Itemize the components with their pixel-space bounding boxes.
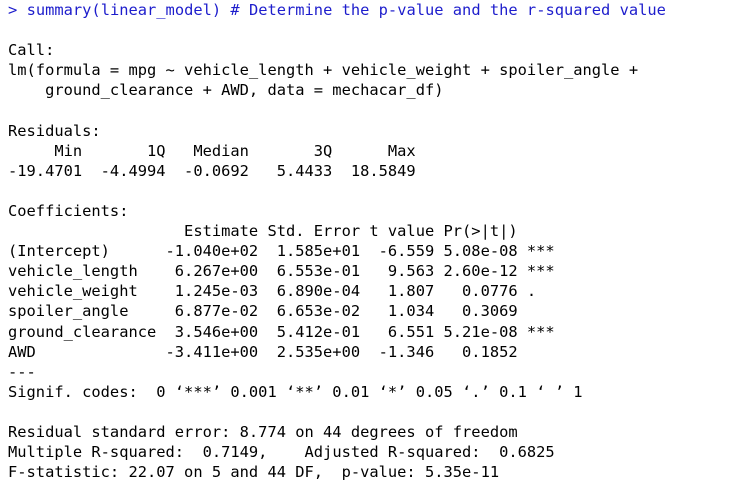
- coefficients-header-row: Estimate Std. Error t value Pr(>|t|): [8, 222, 555, 241]
- coefficient-row-vehicle-length: vehicle_length 6.267e+00 6.553e-01 9.563…: [8, 262, 555, 281]
- signif-codes-line: Signif. codes: 0 ‘***’ 0.001 ‘**’ 0.01 ‘…: [8, 382, 583, 401]
- formula-line-2: ground_clearance + AWD, data = mechacar_…: [8, 81, 444, 100]
- residuals-header-row: Min 1Q Median 3Q Max: [8, 141, 425, 160]
- coefficient-row-awd: AWD -3.411e+00 2.535e+00 -1.346 0.1852: [8, 342, 555, 361]
- call-heading: Call:: [8, 41, 55, 60]
- coefficient-row-ground-clearance: ground_clearance 3.546e+00 5.412e-01 6.5…: [8, 322, 555, 341]
- prompt-symbol: >: [8, 1, 18, 19]
- separator-line: ---: [8, 362, 36, 381]
- command-line: > summary(linear_model) # Determine the …: [8, 0, 730, 20]
- f-statistic-line: F-statistic: 22.07 on 5 and 44 DF, p-val…: [8, 463, 500, 482]
- output-blank: [8, 20, 730, 40]
- output-blank: [8, 402, 730, 422]
- output-blank: [8, 100, 730, 120]
- residual-standard-error-line: Residual standard error: 8.774 on 44 deg…: [8, 422, 518, 441]
- command-text: summary(linear_model) # Determine the p-…: [26, 1, 666, 19]
- output-blank: [8, 181, 730, 201]
- formula-line-1: lm(formula = mpg ~ vehicle_length + vehi…: [8, 61, 639, 80]
- coefficient-row-vehicle-weight: vehicle_weight 1.245e-03 6.890e-04 1.807…: [8, 282, 555, 301]
- coefficient-row-intercept: (Intercept) -1.040e+02 1.585e+01 -6.559 …: [8, 242, 555, 261]
- r-squared-line: Multiple R-squared: 0.7149, Adjusted R-s…: [8, 443, 564, 462]
- r-console[interactable]: > summary(linear_model) # Determine the …: [0, 0, 730, 482]
- coefficient-row-spoiler-angle: spoiler_angle 6.877e-02 6.653e-02 1.034 …: [8, 302, 555, 321]
- residuals-heading: Residuals:: [8, 121, 101, 140]
- coefficients-heading: Coefficients:: [8, 201, 129, 220]
- residuals-values-row: -19.4701 -4.4994 -0.0692 5.4433 18.5849: [8, 161, 425, 180]
